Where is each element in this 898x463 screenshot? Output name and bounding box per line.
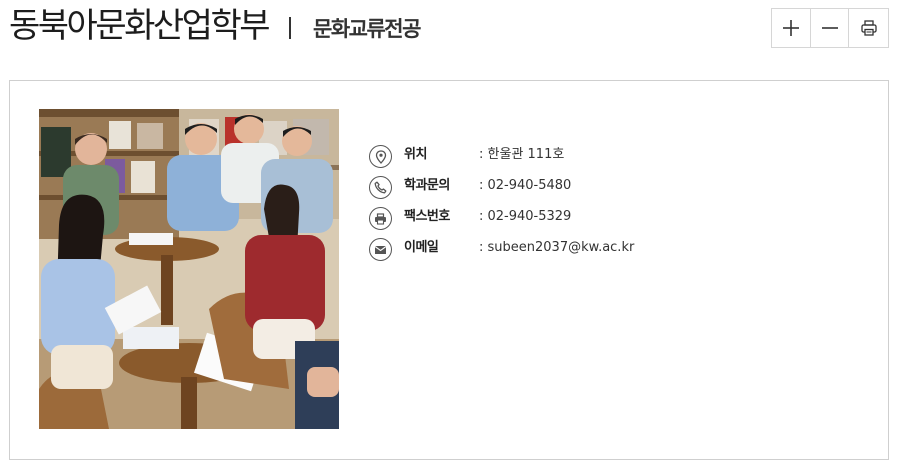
info-row-location: 위치 : 한울관 111호 [369,143,669,174]
map-pin-icon [369,145,392,168]
fax-label: 팩스번호 [404,209,450,224]
department-title: 동북아문화산업학부 [9,6,271,46]
fax-icon [369,207,392,230]
mail-icon [369,238,392,261]
location-value: : 한울관 111호 [479,147,565,162]
phone-label: 학과문의 [404,178,450,193]
contact-info-list: 위치 : 한울관 111호 학과문의 : 02-940-5480 팩스번호 : … [369,143,669,267]
email-label: 이메일 [404,240,439,255]
phone-value[interactable]: : 02-940-5480 [479,178,571,194]
plus-icon [782,20,799,36]
info-row-fax: 팩스번호 : 02-940-5329 [369,205,669,236]
page-header: 동북아문화산업학부 문화교류전공 [0,0,898,60]
printer-icon [861,20,877,36]
phone-icon [369,176,392,199]
major-title: 문화교류전공 [313,17,421,41]
info-row-phone: 학과문의 : 02-940-5480 [369,174,669,205]
font-size-print-tools [771,8,889,48]
students-photo [39,109,339,429]
zoom-out-button[interactable] [810,9,850,47]
location-label: 위치 [404,147,427,162]
title-divider [289,17,291,39]
print-button[interactable] [849,9,888,47]
department-info-card: 위치 : 한울관 111호 학과문의 : 02-940-5480 팩스번호 : … [9,80,889,460]
fax-value: : 02-940-5329 [479,209,572,224]
email-value[interactable]: : subeen2037@kw.ac.kr [479,240,634,256]
info-row-email: 이메일 : subeen2037@kw.ac.kr [369,236,669,267]
zoom-in-button[interactable] [772,9,811,47]
minus-icon [821,27,838,29]
